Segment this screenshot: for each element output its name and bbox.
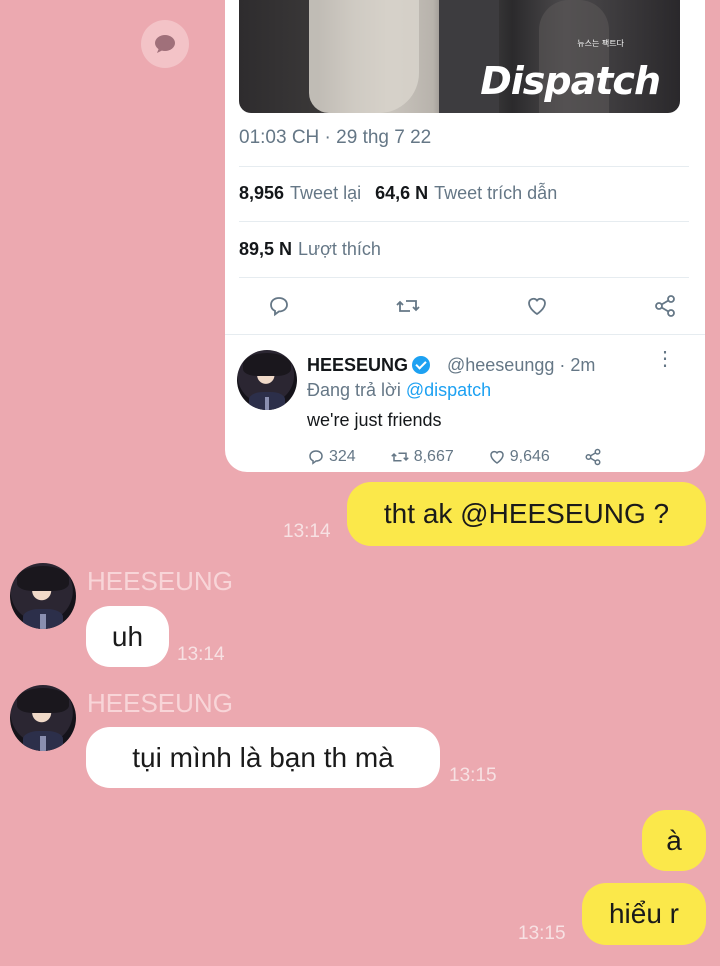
tweet-share-stats: 8,956 Tweet lại 64,6 N Tweet trích dẫn [239,183,557,204]
reply-retweet-button[interactable]: 8,667 [390,448,454,466]
my-message-bubble[interactable]: tht ak @HEESEUNG ? [347,482,706,546]
retweet-count: 8,956 [239,183,285,203]
tweet-like-stats: 89,5 N Lượt thích [239,239,381,260]
like-count: 89,5 N [239,239,293,259]
share-icon[interactable] [653,294,677,318]
like-icon [489,450,504,464]
avatar[interactable] [10,563,76,629]
tweet-timestamp: 01:03 CH · 29 thg 7 22 [239,127,432,148]
reply-stats: 324 8,667 9,646 [307,448,606,466]
retweet-label[interactable]: Tweet lại [290,183,361,203]
more-options-icon[interactable]: ⋮ [655,349,675,369]
tweet-card: 뉴스는 팩트다 Dispatch 01:03 CH · 29 thg 7 22 … [225,0,705,472]
tweet-actions [267,292,677,320]
retweet-icon[interactable] [395,294,421,318]
reply-icon[interactable] [267,294,291,318]
reply-handle: @heeseungg · 2m [447,355,596,375]
tweet-photo: 뉴스는 팩트다 Dispatch [239,0,680,113]
chat-bubble-button[interactable] [141,20,189,68]
retweet-icon [390,452,409,462]
my-message-bubble[interactable]: à [642,810,706,871]
their-message-bubble[interactable]: uh [86,606,169,667]
quote-count: 64,6 N [375,183,429,203]
like-icon[interactable] [525,294,549,318]
reply-share-button[interactable] [584,448,606,466]
reply-author-name[interactable]: HEESEUNG [307,355,431,376]
divider [239,221,689,222]
my-message-bubble[interactable]: hiểu r [582,883,706,945]
chat-bubble-icon [155,35,175,53]
mention-link[interactable]: @dispatch [406,380,491,400]
divider [239,166,689,167]
like-label[interactable]: Lượt thích [298,239,381,259]
sender-name: HEESEUNG [87,566,233,596]
reply-text: we're just friends [307,410,442,430]
divider [239,277,689,278]
reply-icon [309,450,323,465]
verified-badge-icon [412,356,431,374]
share-icon [585,448,601,466]
reply-reply-button[interactable]: 324 [307,448,356,466]
avatar[interactable] [237,350,297,410]
dispatch-logo: Dispatch [480,59,661,103]
reply-like-button[interactable]: 9,646 [488,448,550,466]
quote-label[interactable]: Tweet trích dẫn [434,183,557,203]
message-time: 13:15 [449,765,497,786]
divider [225,334,705,335]
avatar[interactable] [10,685,76,751]
logo-subtitle: 뉴스는 팩트다 [577,39,624,48]
message-time: 13:15 [518,923,566,944]
their-message-bubble[interactable]: tụi mình là bạn th mà [86,727,440,788]
replying-to: Đang trả lời @dispatch [307,380,492,400]
message-time: 13:14 [177,644,225,665]
message-time: 13:14 [283,521,331,542]
sender-name: HEESEUNG [87,688,233,718]
